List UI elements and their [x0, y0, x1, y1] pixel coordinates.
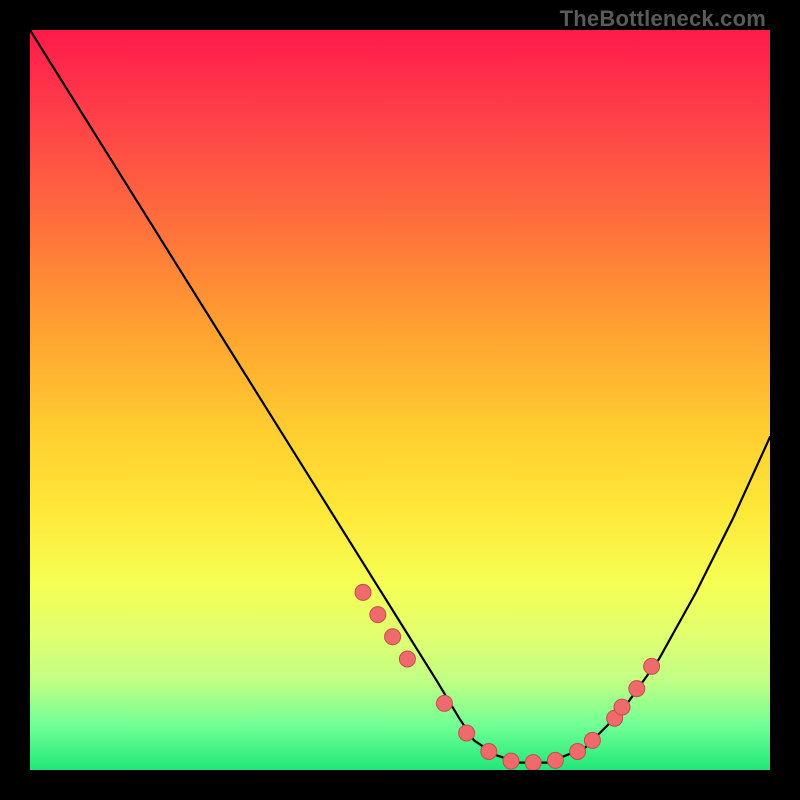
highlight-point: [525, 755, 541, 770]
highlight-point: [584, 732, 600, 748]
highlight-point: [629, 681, 645, 697]
highlight-point: [547, 752, 563, 768]
highlight-point: [570, 744, 586, 760]
highlight-point: [370, 607, 386, 623]
watermark-text: TheBottleneck.com: [560, 6, 766, 32]
highlight-point: [459, 725, 475, 741]
highlight-point: [399, 651, 415, 667]
highlight-markers: [355, 584, 660, 770]
highlight-point: [481, 744, 497, 760]
highlight-point: [644, 658, 660, 674]
highlight-point: [614, 699, 630, 715]
bottleneck-curve: [30, 30, 770, 763]
curve-layer: [30, 30, 770, 770]
highlight-point: [385, 629, 401, 645]
highlight-point: [503, 753, 519, 769]
highlight-point: [436, 695, 452, 711]
chart-frame: TheBottleneck.com: [0, 0, 800, 800]
highlight-point: [355, 584, 371, 600]
plot-area: [30, 30, 770, 770]
